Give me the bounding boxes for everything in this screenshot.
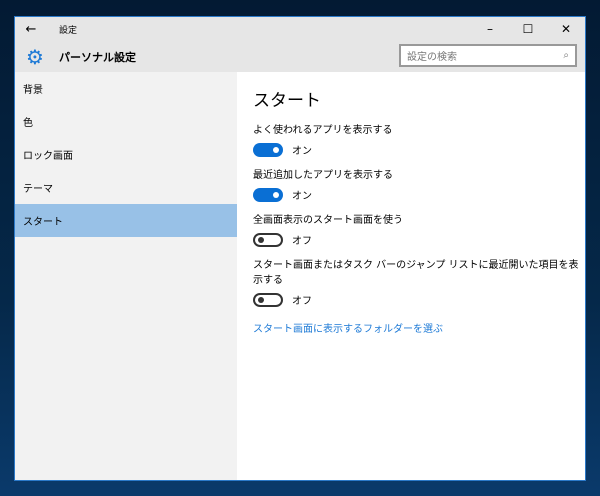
toggle-state: オフ <box>292 236 312 247</box>
toggle-switch[interactable] <box>253 142 283 157</box>
sidebar-item-start[interactable]: スタート <box>15 204 237 237</box>
sidebar-item-background[interactable]: 背景 <box>15 72 237 105</box>
setting-label: 全画面表示のスタート画面を使う <box>253 215 403 226</box>
toggle-state: オフ <box>292 296 312 307</box>
toggle-state: オン <box>292 191 312 202</box>
toggle-switch[interactable] <box>253 232 283 247</box>
header: ⚙ パーソナル設定 設定の検索 ⌕ <box>15 41 585 72</box>
choose-folders-link[interactable]: スタート画面に表示するフォルダーを選ぶ <box>253 320 443 335</box>
setting-recent-apps: 最近追加したアプリを表示する オン <box>253 166 585 202</box>
sidebar-item-lock-screen[interactable]: ロック画面 <box>15 138 237 171</box>
page-title: パーソナル設定 <box>59 50 136 64</box>
close-button[interactable]: ✕ <box>547 17 585 41</box>
toggle-state: オン <box>292 146 312 157</box>
search-input[interactable]: 設定の検索 ⌕ <box>399 44 577 67</box>
toggle-switch[interactable] <box>253 187 283 202</box>
main-content: スタート よく使われるアプリを表示する オン 最近追加したアプリを表示する オン… <box>253 72 585 480</box>
section-title: スタート <box>253 91 321 111</box>
minimize-button[interactable]: – <box>471 17 509 41</box>
gear-icon: ⚙ <box>26 44 44 69</box>
setting-label: スタート画面またはタスク バーのジャンプ リストに最近開いた項目を表示する <box>253 260 579 286</box>
search-placeholder: 設定の検索 <box>407 52 457 63</box>
search-icon[interactable]: ⌕ <box>563 50 569 61</box>
maximize-button[interactable]: ☐ <box>509 17 547 41</box>
toggle-switch[interactable] <box>253 292 283 307</box>
sidebar: 背景 色 ロック画面 テーマ スタート <box>15 72 237 480</box>
setting-jump-list: スタート画面またはタスク バーのジャンプ リストに最近開いた項目を表示する オフ <box>253 256 585 307</box>
window-title: 設定 <box>59 25 78 36</box>
setting-frequent-apps: よく使われるアプリを表示する オン <box>253 121 585 157</box>
setting-label: よく使われるアプリを表示する <box>253 125 393 136</box>
setting-fullscreen-start: 全画面表示のスタート画面を使う オフ <box>253 211 585 247</box>
sidebar-item-color[interactable]: 色 <box>15 105 237 138</box>
title-bar: ← 設定 – ☐ ✕ <box>15 17 585 41</box>
back-button[interactable]: ← <box>15 22 47 37</box>
sidebar-item-theme[interactable]: テーマ <box>15 171 237 204</box>
settings-window: ← 設定 – ☐ ✕ ⚙ パーソナル設定 設定の検索 ⌕ 背景 色 ロック画面 … <box>14 16 586 481</box>
setting-label: 最近追加したアプリを表示する <box>253 170 393 181</box>
